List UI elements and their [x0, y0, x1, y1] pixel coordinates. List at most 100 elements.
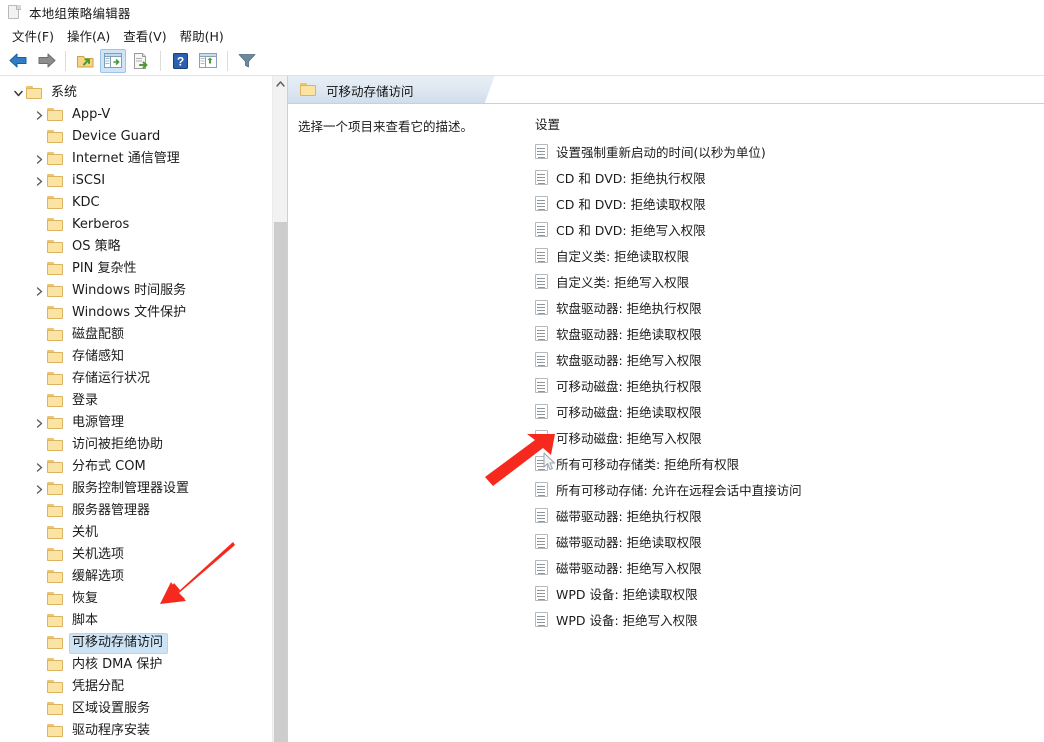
table-row[interactable]: 可移动磁盘: 拒绝执行权限未配置	[524, 372, 1044, 398]
tree-item[interactable]: OS 策略	[0, 236, 272, 258]
setting-name: 设置强制重新启动的时间(以秒为单位)	[556, 144, 766, 160]
tree-twisty-empty	[31, 654, 47, 676]
table-row[interactable]: 自定义类: 拒绝写入权限未配置	[524, 268, 1044, 294]
back-icon[interactable]	[5, 49, 31, 73]
table-row[interactable]: 自定义类: 拒绝读取权限未配置	[524, 242, 1044, 268]
scroll-up-icon[interactable]	[273, 76, 287, 92]
tree-item[interactable]: 内核 DMA 保护	[0, 654, 272, 676]
table-row[interactable]: 磁带驱动器: 拒绝写入权限未配置	[524, 554, 1044, 580]
chevron-right-icon[interactable]	[31, 148, 47, 170]
chevron-right-icon[interactable]	[31, 456, 47, 478]
tree-item[interactable]: 电源管理	[0, 412, 272, 434]
tree-item[interactable]: Internet 通信管理	[0, 148, 272, 170]
chevron-right-icon[interactable]	[31, 412, 47, 434]
menu-file[interactable]: 文件(F)	[6, 24, 61, 47]
tree-item[interactable]: 登录	[0, 390, 272, 412]
tree-item[interactable]: 脚本	[0, 610, 272, 632]
help-icon[interactable]: ?	[167, 49, 193, 73]
tree-item[interactable]: 关机选项	[0, 544, 272, 566]
tree-item[interactable]: 服务器管理器	[0, 500, 272, 522]
table-row[interactable]: 软盘驱动器: 拒绝读取权限未配置	[524, 320, 1044, 346]
column-header-setting[interactable]: 设置	[535, 114, 560, 133]
menu-action[interactable]: 操作(A)	[61, 24, 117, 47]
chevron-right-icon[interactable]	[31, 280, 47, 302]
tree-item[interactable]: Device Guard	[0, 126, 272, 148]
menu-help[interactable]: 帮助(H)	[174, 24, 231, 47]
folder-icon	[47, 306, 64, 320]
policy-setting-icon	[535, 143, 548, 159]
tree-scrollbar-thumb[interactable]	[274, 222, 287, 742]
table-row[interactable]: CD 和 DVD: 拒绝写入权限未配置	[524, 216, 1044, 242]
menu-bar: 文件(F) 操作(A) 查看(V) 帮助(H)	[0, 24, 1044, 46]
table-row[interactable]: CD 和 DVD: 拒绝读取权限未配置	[524, 190, 1044, 216]
tree-item[interactable]: 存储运行状况	[0, 368, 272, 390]
title-bar: 本地组策略编辑器	[0, 0, 1044, 24]
tree-item-label: 分布式 COM	[72, 458, 146, 474]
table-row[interactable]: WPD 设备: 拒绝写入权限未配置	[524, 606, 1044, 632]
setting-name: 所有可移动存储: 允许在远程会话中直接访问	[556, 482, 802, 498]
tree-item[interactable]: 访问被拒绝协助	[0, 434, 272, 456]
chevron-right-icon[interactable]	[31, 104, 47, 126]
show-hide-tree-icon[interactable]	[100, 48, 126, 73]
tree-item[interactable]: iSCSI	[0, 170, 272, 192]
table-row[interactable]: 可移动磁盘: 拒绝读取权限未配置	[524, 398, 1044, 424]
folder-icon	[47, 614, 64, 628]
tree-item[interactable]: App-V	[0, 104, 272, 126]
table-row[interactable]: 软盘驱动器: 拒绝执行权限未配置	[524, 294, 1044, 320]
folder-icon	[300, 83, 317, 97]
export-list-icon[interactable]	[128, 49, 154, 73]
table-row[interactable]: 软盘驱动器: 拒绝写入权限未配置	[524, 346, 1044, 372]
tree-item[interactable]: 区域设置服务	[0, 698, 272, 720]
tree-item[interactable]: 恢复	[0, 588, 272, 610]
tree-item[interactable]: 驱动程序安装	[0, 720, 272, 742]
tree-item[interactable]: 分布式 COM	[0, 456, 272, 478]
tree-item[interactable]: 关机	[0, 522, 272, 544]
tree-item-label: iSCSI	[72, 172, 106, 188]
chevron-right-icon[interactable]	[31, 170, 47, 192]
tree-item[interactable]: Windows 时间服务	[0, 280, 272, 302]
tree-item[interactable]: 服务控制管理器设置	[0, 478, 272, 500]
folder-icon	[47, 504, 64, 518]
table-row[interactable]: 磁带驱动器: 拒绝执行权限未配置	[524, 502, 1044, 528]
tree-item[interactable]: 系统	[0, 82, 272, 104]
setting-name: 磁带驱动器: 拒绝读取权限	[556, 534, 702, 550]
tree-item-label: 缓解选项	[72, 568, 125, 584]
tree-item[interactable]: 凭据分配	[0, 676, 272, 698]
table-row[interactable]: 磁带驱动器: 拒绝读取权限未配置	[524, 528, 1044, 554]
properties-icon[interactable]	[195, 49, 221, 73]
tree-item[interactable]: Kerberos	[0, 214, 272, 236]
folder-icon	[47, 350, 64, 364]
tree-item[interactable]: 存储感知	[0, 346, 272, 368]
tree-item[interactable]: Windows 文件保护	[0, 302, 272, 324]
folder-icon	[47, 416, 64, 430]
tree-item[interactable]: 可移动存储访问	[0, 632, 272, 654]
tree-item-label: 电源管理	[72, 414, 125, 430]
tree-twisty-empty	[31, 346, 47, 368]
filter-icon[interactable]	[234, 49, 260, 73]
tree-item[interactable]: PIN 复杂性	[0, 258, 272, 280]
policy-setting-icon	[535, 429, 548, 445]
folder-icon	[47, 284, 64, 298]
tree-twisty-empty	[31, 676, 47, 698]
tree-item[interactable]: KDC	[0, 192, 272, 214]
forward-icon[interactable]	[33, 49, 59, 73]
tree-twisty-empty	[31, 368, 47, 390]
chevron-down-icon[interactable]	[10, 82, 26, 104]
folder-icon	[47, 262, 64, 276]
table-row[interactable]: CD 和 DVD: 拒绝执行权限未配置	[524, 164, 1044, 190]
results-pane: 可移动存储访问 选择一个项目来查看它的描述。 设置 状态 设置强制重新启动的时间…	[288, 76, 1044, 742]
table-row[interactable]: 设置强制重新启动的时间(以秒为单位)未配置	[524, 138, 1044, 164]
table-row[interactable]: 所有可移动存储类: 拒绝所有权限未配置	[524, 450, 1044, 476]
policy-setting-icon	[535, 247, 548, 263]
chevron-right-icon[interactable]	[31, 478, 47, 500]
up-one-level-icon[interactable]	[72, 49, 98, 73]
folder-icon	[47, 724, 64, 738]
tree-twisty-empty	[31, 698, 47, 720]
tree-item[interactable]: 磁盘配额	[0, 324, 272, 346]
tree-item[interactable]: 缓解选项	[0, 566, 272, 588]
table-row[interactable]: 所有可移动存储: 允许在远程会话中直接访问未配置	[524, 476, 1044, 502]
table-row[interactable]: 可移动磁盘: 拒绝写入权限未配置	[524, 424, 1044, 450]
table-row[interactable]: WPD 设备: 拒绝读取权限未配置	[524, 580, 1044, 606]
menu-view[interactable]: 查看(V)	[117, 24, 173, 47]
tree-scrollbar[interactable]	[272, 76, 287, 742]
